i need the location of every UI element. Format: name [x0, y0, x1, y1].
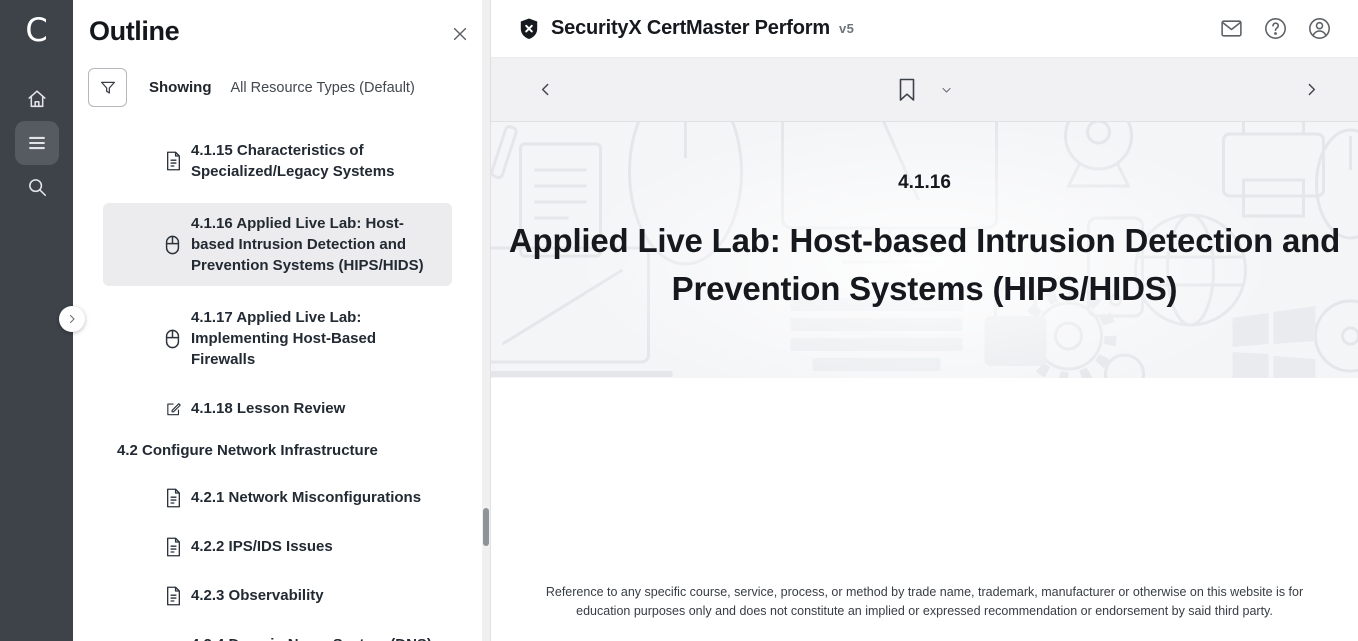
bookmark-icon: [897, 78, 916, 102]
lesson-content-area: Reference to any specific course, servic…: [491, 378, 1358, 641]
outline-item[interactable]: 4.2.4 Domain Name System (DNS) Security: [103, 627, 452, 641]
mail-icon: [1219, 16, 1244, 41]
outline-item[interactable]: 4.2.3 Observability: [103, 578, 452, 613]
filter-value[interactable]: All Resource Types (Default): [231, 80, 415, 96]
lesson-title: Applied Live Lab: Host-based Intrusion D…: [494, 217, 1356, 313]
outline-item[interactable]: 4.2.2 IPS/IDS Issues: [103, 529, 452, 564]
account-button[interactable]: [1307, 16, 1332, 41]
securityx-shield-icon: [517, 17, 541, 41]
mouse-icon: [165, 235, 182, 255]
account-icon: [1307, 16, 1332, 41]
outline-list: 4.1.15 Characteristics of Specialized/Le…: [73, 133, 490, 641]
outline-item-label: 4.1.15 Characteristics of Specialized/Le…: [191, 140, 444, 182]
disclaimer-text: Reference to any specific course, servic…: [534, 583, 1316, 620]
lesson-navbar: [491, 58, 1358, 122]
product-version: v5: [839, 21, 854, 36]
lesson-number: 4.1.16: [491, 172, 1358, 194]
outline-item-label: 4.2.1 Network Misconfigurations: [191, 487, 421, 508]
outline-panel-title: Outline: [89, 16, 179, 47]
close-icon: [450, 24, 470, 44]
outline-item[interactable]: 4.1.16 Applied Live Lab: Host-based Intr…: [103, 203, 452, 286]
outline-item-label: 4.1.18 Lesson Review: [191, 398, 345, 419]
sidebar-item-outline[interactable]: [15, 121, 59, 165]
outline-item-label: 4.2.4 Domain Name System (DNS) Security: [191, 634, 444, 641]
outline-item[interactable]: 4.1.18 Lesson Review: [103, 391, 452, 426]
document-icon: [165, 586, 182, 606]
filter-button[interactable]: [88, 68, 127, 107]
outline-item[interactable]: 4.1.15 Characteristics of Specialized/Le…: [103, 133, 452, 189]
main-header: SecurityX CertMaster Perform v5: [491, 0, 1358, 58]
outline-item-label: 4.2.2 IPS/IDS Issues: [191, 536, 333, 557]
chevron-right-icon: [1303, 81, 1320, 98]
help-circle-icon: [1263, 16, 1288, 41]
main-content: SecurityX CertMaster Perform v5: [491, 0, 1358, 641]
bookmark-menu-button[interactable]: [940, 84, 952, 96]
chevron-down-icon: [940, 84, 952, 96]
edit-icon: [165, 400, 182, 418]
outline-close-button[interactable]: [450, 24, 470, 44]
outline-section-header[interactable]: 4.2 Configure Network Infrastructure: [117, 440, 452, 461]
outline-item-label: 4.2.3 Observability: [191, 585, 324, 606]
messages-button[interactable]: [1219, 16, 1244, 41]
product-title: SecurityX CertMaster Perform: [551, 17, 830, 40]
next-lesson-button[interactable]: [1303, 81, 1320, 98]
outline-scrollbar-thumb[interactable]: [483, 508, 489, 546]
chevron-left-icon: [537, 81, 554, 98]
previous-lesson-button[interactable]: [537, 81, 554, 98]
lesson-banner: 4.1.16 Applied Live Lab: Host-based Intr…: [491, 122, 1358, 378]
document-icon: [165, 488, 182, 508]
bookmark-button[interactable]: [897, 78, 916, 102]
document-icon: [165, 537, 182, 557]
chevron-right-icon: [66, 313, 78, 325]
help-button[interactable]: [1263, 16, 1288, 41]
comptia-logo: C: [25, 8, 47, 52]
outline-menu-icon: [26, 132, 48, 154]
outline-scrollbar[interactable]: [482, 0, 490, 641]
home-icon: [26, 88, 48, 110]
filter-funnel-icon: [99, 79, 117, 97]
panel-expand-button[interactable]: [59, 306, 85, 332]
search-icon: [26, 176, 48, 198]
filter-showing-label: Showing: [149, 79, 212, 96]
outline-item[interactable]: 4.2.1 Network Misconfigurations: [103, 480, 452, 515]
outline-item-label: 4.1.16 Applied Live Lab: Host-based Intr…: [191, 213, 444, 276]
mouse-icon: [165, 329, 182, 349]
outline-panel: Outline Showing All Resource Types (Defa…: [73, 0, 491, 641]
sidebar-item-home[interactable]: [15, 77, 59, 121]
sidebar-item-search[interactable]: [15, 165, 59, 209]
outline-item-label: 4.1.17 Applied Live Lab: Implementing Ho…: [191, 307, 444, 370]
document-icon: [165, 151, 182, 171]
outline-item[interactable]: 4.1.17 Applied Live Lab: Implementing Ho…: [103, 300, 452, 377]
